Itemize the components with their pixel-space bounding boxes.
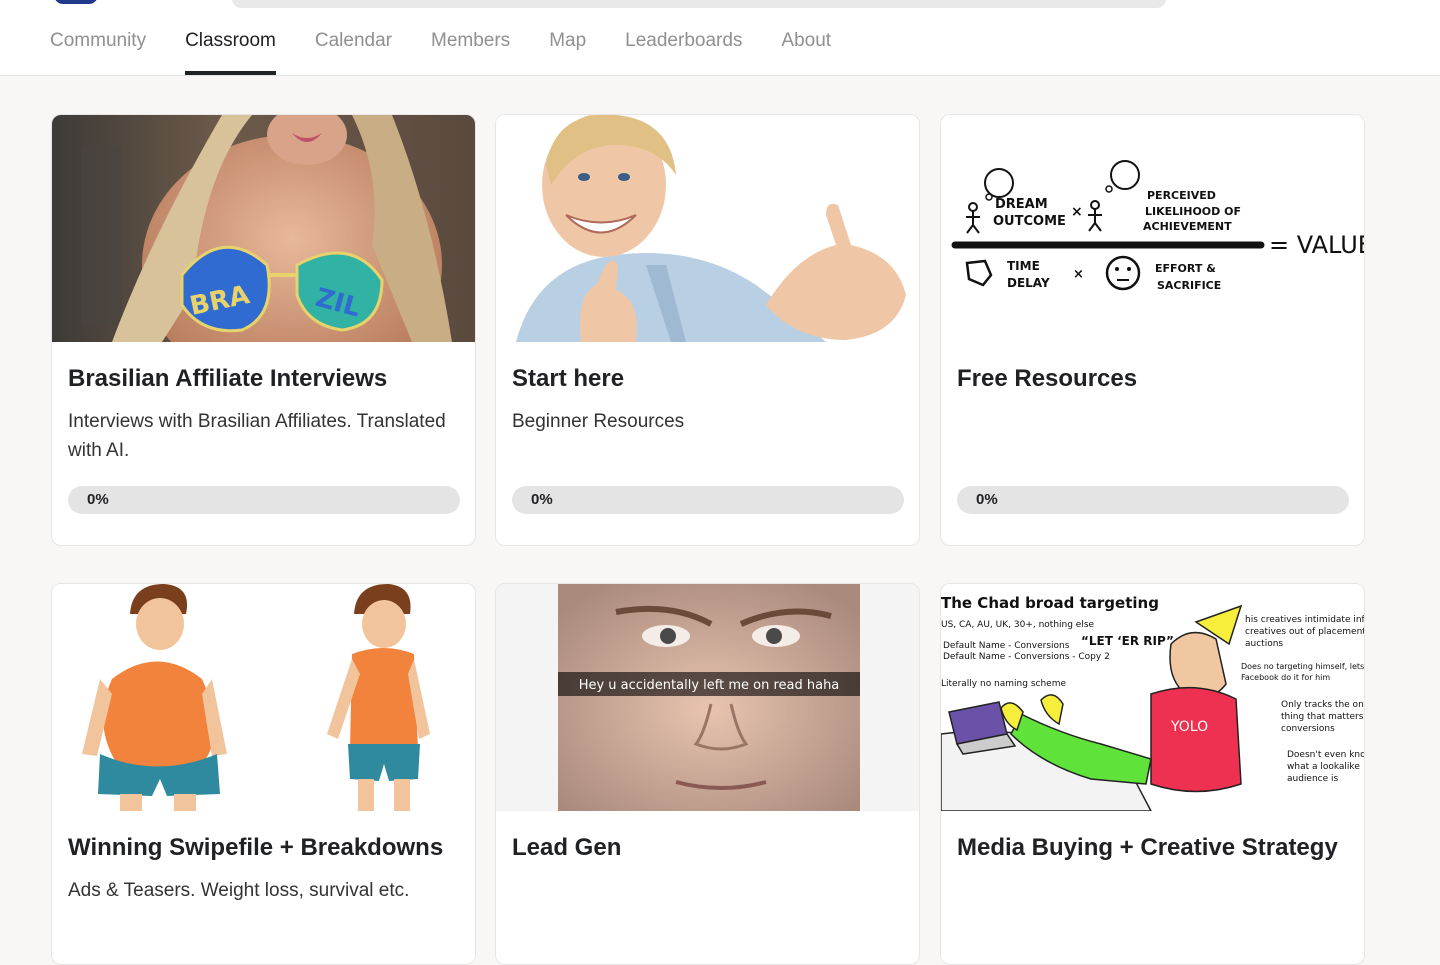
course-progress-bar: 0% [68,486,460,514]
tab-leaderboards[interactable]: Leaderboards [625,0,742,75]
value-perceived: PERCEIVED [1147,189,1216,202]
tab-classroom[interactable]: Classroom [185,0,276,75]
value-effort: EFFORT & [1155,262,1216,275]
meme-note-4c: audience is [1287,774,1339,784]
meme-note-2a: Does no targeting himself, lets [1241,662,1364,671]
course-thumbnail: BRA ZIL [52,115,475,342]
tab-community[interactable]: Community [50,0,146,75]
value-delay: DELAY [1007,276,1050,290]
course-card-winning-swipefile[interactable]: Winning Swipefile + Breakdowns Ads & Tea… [51,583,476,965]
progress-label: 0% [976,491,998,508]
tab-about[interactable]: About [781,0,831,75]
value-equation-sketch-icon: DREAM OUTCOME × PERCEIVED LIKELIHOOD OF … [941,115,1364,342]
value-label: = VALUE [1269,231,1364,259]
course-title: Lead Gen [512,834,622,861]
course-card-media-buying[interactable]: The Chad broad targeting US, CA, AU, UK,… [940,583,1365,965]
top-header: Community Classroom Calendar Members Map… [0,0,1440,76]
meme-note-1a: his creatives intimidate inferior [1245,615,1364,625]
course-progress-bar: 0% [512,486,904,514]
value-achievement: ACHIEVEMENT [1143,220,1232,233]
course-description: Interviews with Brasilian Affiliates. Tr… [68,411,446,461]
photo-thumbs-up-man-icon [496,115,919,342]
before-after-cartoon-icon [52,584,475,811]
meme-note-3c: conversions [1281,724,1335,734]
course-description: Beginner Resources [512,411,685,432]
course-card-brasilian-affiliate-interviews[interactable]: BRA ZIL Brasilian Affiliate Interviews I… [51,114,476,546]
course-progress-bar: 0% [957,486,1349,514]
meme-note-2b: Facebook do it for him [1241,673,1330,682]
meme-quote: “LET ‘ER RIP” [1081,634,1174,648]
value-dream: DREAM [995,197,1048,212]
meme-note-3b: thing that matters, [1281,712,1364,722]
tab-calendar[interactable]: Calendar [315,0,392,75]
course-thumbnail [52,584,475,811]
tab-members[interactable]: Members [431,0,510,75]
course-card-start-here[interactable]: Start here Beginner Resources 0% [495,114,920,546]
course-title: Free Resources [957,365,1138,392]
course-thumbnail [496,115,919,342]
meme-naming-2: Default Name - Conversions - Copy 2 [943,652,1110,662]
progress-label: 0% [87,491,109,508]
course-card-lead-gen[interactable]: Hey u accidentally left me on read haha … [495,583,920,965]
value-times-bottom: × [1073,267,1084,282]
photo-face-meme-icon: Hey u accidentally left me on read haha [496,584,919,811]
course-thumbnail: The Chad broad targeting US, CA, AU, UK,… [941,584,1364,811]
meme-note-4b: what a lookalike [1287,762,1360,772]
meme-note-1b: creatives out of placement [1245,627,1364,637]
meme-title: The Chad broad targeting [941,594,1159,612]
course-thumbnail: Hey u accidentally left me on read haha [496,584,919,811]
main-nav-tabs: Community Classroom Calendar Members Map… [50,0,870,75]
course-thumbnail: DREAM OUTCOME × PERCEIVED LIKELIHOOD OF … [941,115,1364,342]
course-title: Brasilian Affiliate Interviews [68,365,388,392]
chad-meme-icon: The Chad broad targeting US, CA, AU, UK,… [941,584,1364,811]
meme-geo: US, CA, AU, UK, 30+, nothing else [941,620,1095,630]
value-sacrifice: SACRIFICE [1157,279,1221,292]
value-times-top: × [1071,204,1083,220]
meme-naming-3: Literally no naming scheme [941,679,1066,689]
photo-bikini-model-icon: BRA ZIL [52,115,475,342]
tab-map[interactable]: Map [549,0,586,75]
value-likelihood: LIKELIHOOD OF [1145,205,1241,218]
course-description: Ads & Teasers. Weight loss, survival etc… [68,880,410,901]
value-time: TIME [1007,259,1040,273]
meme-shirt-text: YOLO [1170,719,1208,735]
course-title: Winning Swipefile + Breakdowns [68,834,444,861]
meme-note-1c: auctions [1245,639,1283,649]
course-card-free-resources[interactable]: DREAM OUTCOME × PERCEIVED LIKELIHOOD OF … [940,114,1365,546]
meme-naming-1: Default Name - Conversions [943,641,1070,651]
course-title: Start here [512,365,625,392]
meme-note-4a: Doesn't even know [1287,750,1364,760]
progress-label: 0% [531,491,553,508]
meme-note-3a: Only tracks the one [1281,700,1364,710]
course-title: Media Buying + Creative Strategy [957,834,1338,861]
meme-caption: Hey u accidentally left me on read haha [579,678,840,693]
value-outcome: OUTCOME [993,214,1066,229]
